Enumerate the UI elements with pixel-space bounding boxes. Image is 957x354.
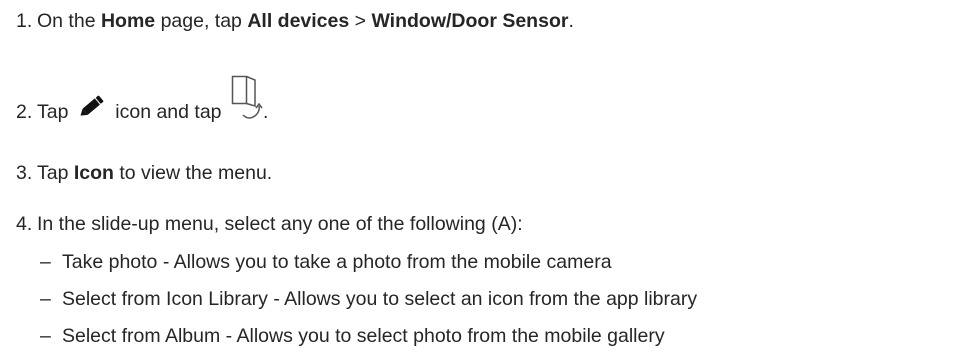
step-text: On the	[37, 10, 101, 32]
option-album: Select from Album - Allows you to select…	[62, 325, 665, 347]
step-text: .	[568, 10, 574, 32]
pencil-edit-icon	[77, 92, 107, 126]
dash-bullet: –	[40, 325, 51, 347]
icon-label: Icon	[73, 162, 114, 184]
dash-bullet: –	[40, 288, 51, 310]
step-text: In the slide-up menu, select any one of …	[37, 213, 523, 235]
home-page-label: Home	[100, 10, 156, 32]
door-rotate-icon	[231, 75, 263, 125]
step-2: 2. Tap icon and tap .	[16, 75, 269, 126]
step-text: to view the menu.	[113, 162, 273, 184]
step-3: 3. Tap Icon to view the menu.	[16, 161, 272, 185]
step-number: 3.	[16, 162, 33, 184]
option-icon-library: Select from Icon Library - Allows you to…	[62, 288, 698, 310]
option-take-photo: Take photo - Allows you to take a photo …	[62, 251, 612, 273]
option-list-item: – Take photo - Allows you to take a photo…	[40, 250, 612, 274]
separator-text: >	[349, 10, 372, 32]
step-1: 1. On the Home page, tap All devices > Wi…	[16, 9, 574, 33]
step-4: 4. In the slide-up menu, select any one o…	[16, 212, 523, 236]
step-number: 1.	[16, 10, 33, 32]
step-number: 2.	[16, 101, 33, 123]
option-list-item: – Select from Icon Library - Allows you t…	[40, 287, 697, 311]
option-list-item: – Select from Album - Allows you to selec…	[40, 324, 665, 348]
step-text: Tap	[37, 162, 74, 184]
window-door-sensor-label: Window/Door Sensor	[371, 10, 569, 32]
instruction-document: 1. On the Home page, tap All devices > Wi…	[0, 0, 957, 354]
all-devices-label: All devices	[247, 10, 350, 32]
step-text: Tap	[37, 101, 74, 123]
step-text: icon and tap	[109, 101, 227, 123]
dash-bullet: –	[40, 251, 51, 273]
step-number: 4.	[16, 213, 33, 235]
step-text: page, tap	[155, 10, 248, 32]
step-text: .	[262, 101, 269, 123]
